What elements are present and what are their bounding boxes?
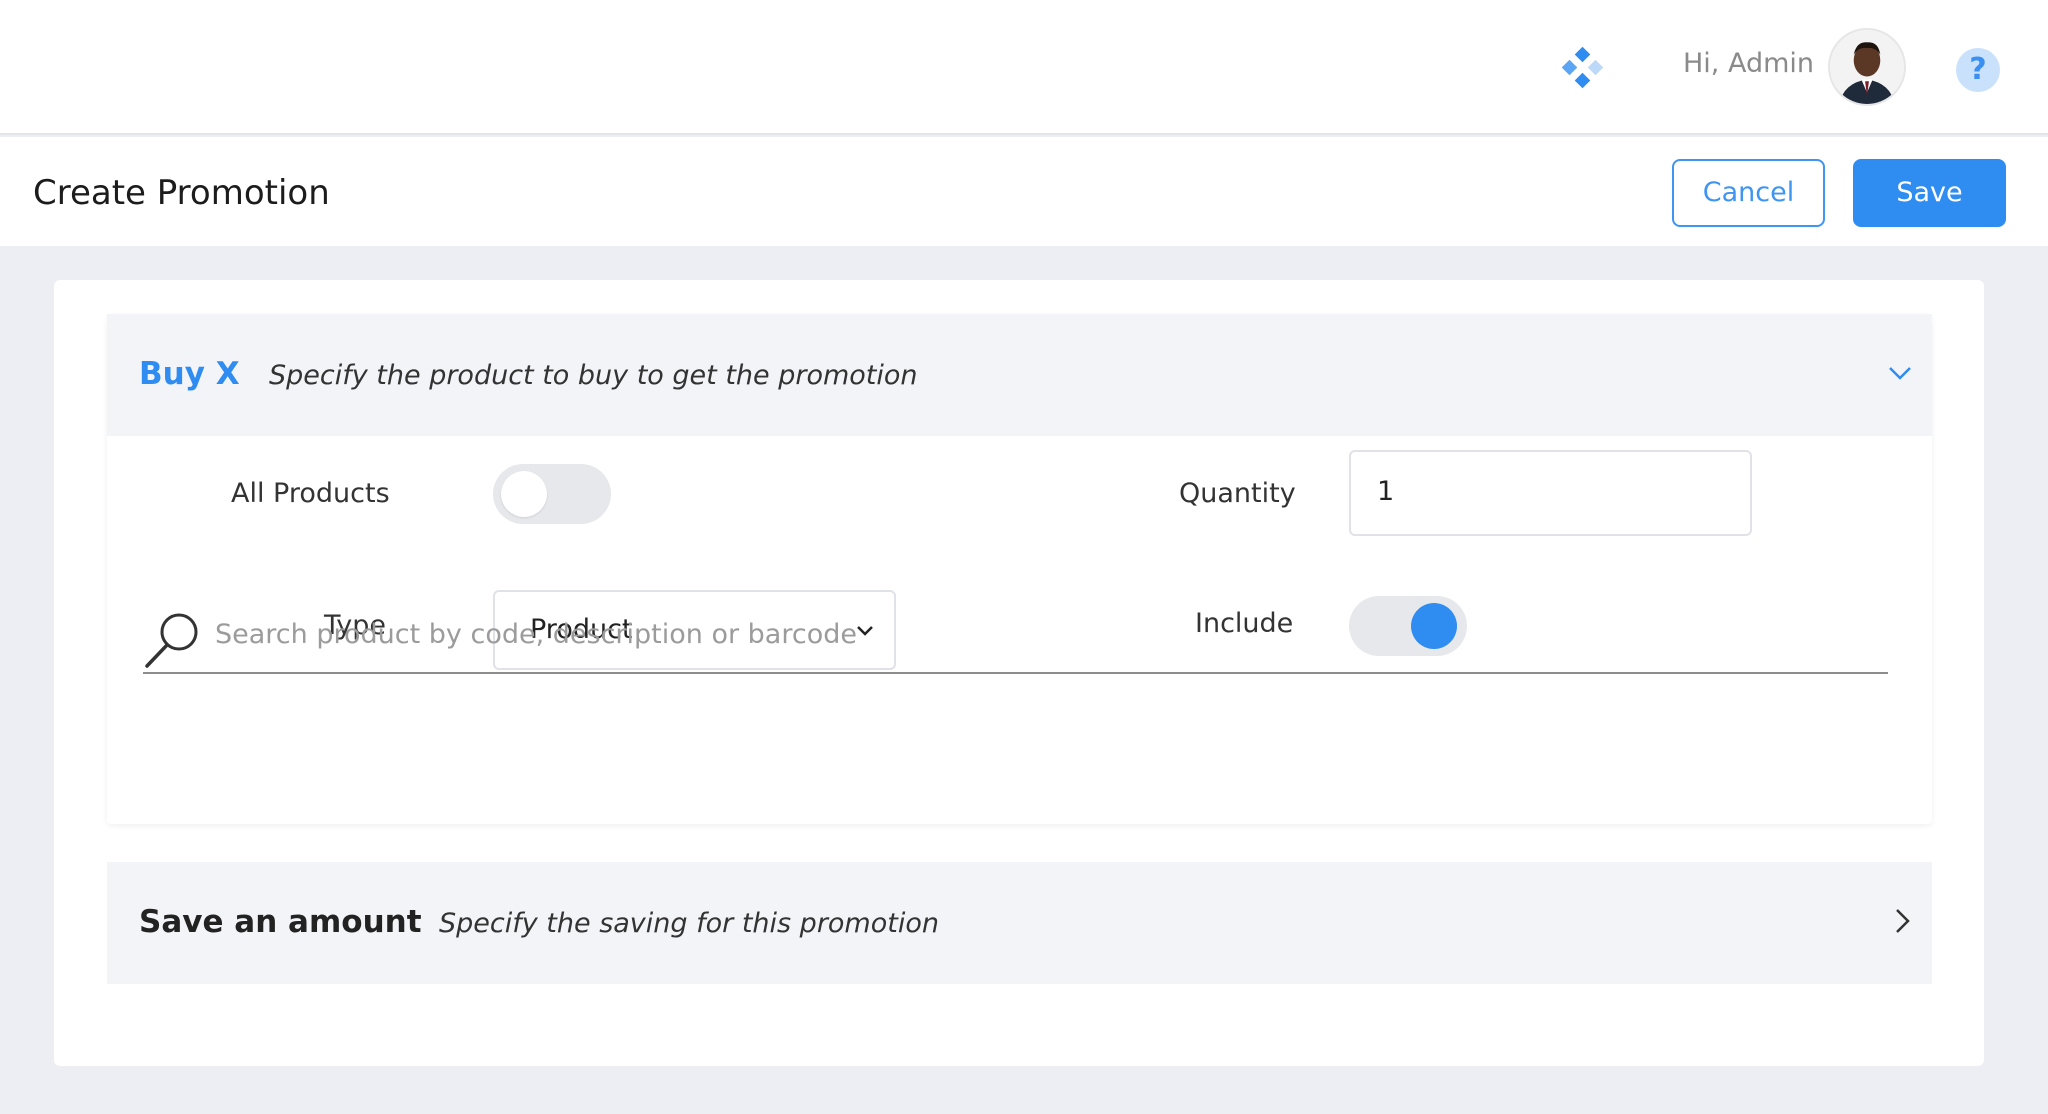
toggle-knob: [501, 471, 547, 517]
chevron-down-icon[interactable]: [1885, 358, 1915, 388]
search-icon: [145, 613, 198, 668]
all-products-toggle[interactable]: [493, 464, 611, 524]
buy-x-section: Buy X Specify the product to buy to get …: [107, 314, 1932, 824]
save-amount-description: Specify the saving for this promotion: [439, 908, 939, 939]
save-button[interactable]: Save: [1853, 159, 2006, 227]
user-greeting: Hi, Admin: [1683, 48, 1815, 79]
diamond-dots-icon[interactable]: [1560, 46, 1604, 90]
quantity-label: Quantity: [1179, 478, 1296, 509]
page-title: Create Promotion: [33, 173, 330, 213]
quantity-value: 1: [1377, 476, 1395, 507]
buy-x-title: Buy X: [139, 356, 240, 392]
save-amount-section: Save an amount Specify the saving for th…: [107, 862, 1932, 984]
cancel-button[interactable]: Cancel: [1672, 159, 1825, 227]
product-search-field[interactable]: [143, 600, 1888, 674]
search-input[interactable]: [213, 618, 1817, 651]
save-amount-title: Save an amount: [139, 904, 422, 940]
promotion-form-card: Buy X Specify the product to buy to get …: [54, 280, 1984, 1066]
all-products-label: All Products: [231, 478, 390, 509]
avatar[interactable]: [1828, 28, 1906, 106]
top-bar: Hi, Admin ?: [0, 0, 2048, 135]
save-amount-section-header[interactable]: Save an amount Specify the saving for th…: [107, 862, 1932, 984]
help-icon[interactable]: ?: [1956, 48, 2000, 92]
user-avatar-icon: [1830, 30, 1904, 104]
buy-x-section-header[interactable]: Buy X Specify the product to buy to get …: [107, 314, 1932, 436]
chevron-right-icon[interactable]: [1887, 906, 1917, 936]
quantity-input[interactable]: 1: [1349, 450, 1752, 536]
buy-x-description: Specify the product to buy to get the pr…: [269, 360, 918, 391]
page-header: Create Promotion Cancel Save: [0, 137, 2048, 246]
